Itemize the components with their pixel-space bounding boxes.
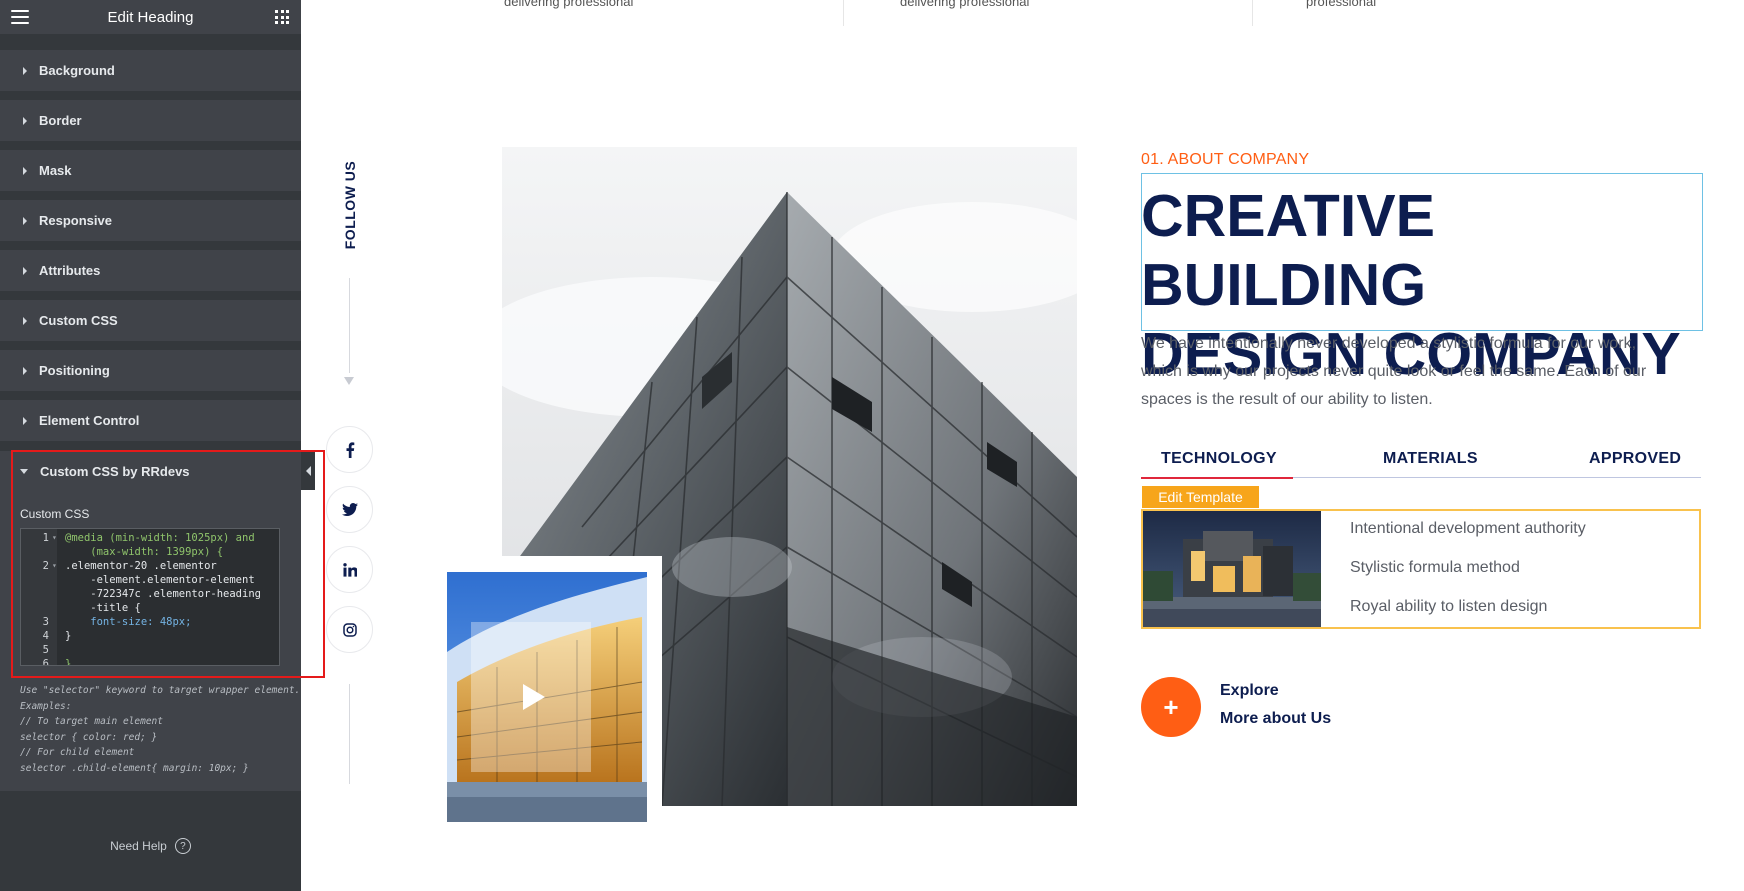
code-line: -element.elementor-element — [65, 574, 255, 586]
hamburger-menu-icon[interactable] — [11, 10, 29, 24]
section-element-control[interactable]: Element Control — [0, 400, 301, 441]
top-text-3: professional — [1306, 0, 1377, 9]
code-line: -722347c .elementor-heading — [65, 588, 261, 600]
caret-right-icon — [23, 316, 27, 325]
section-mask[interactable]: Mask — [0, 150, 301, 191]
house-image — [1143, 511, 1321, 627]
section-responsive[interactable]: Responsive — [0, 200, 301, 241]
caret-right-icon — [23, 66, 27, 75]
tab-approved[interactable]: APPROVED — [1589, 450, 1681, 468]
caret-right-icon — [23, 116, 27, 125]
follow-us-label: FOLLOW US — [342, 160, 358, 250]
panel-title: Edit Heading — [107, 8, 194, 26]
need-help-link[interactable]: Need Help ? — [0, 838, 301, 854]
help-icon: ? — [174, 838, 191, 854]
caret-right-icon — [23, 216, 27, 225]
explore-plus-button[interactable]: + — [1141, 677, 1201, 737]
arrow-down-icon — [344, 377, 354, 385]
caret-right-icon — [23, 266, 27, 275]
section-header[interactable]: Custom CSS by RRdevs — [0, 451, 301, 492]
section-background[interactable]: Background — [0, 50, 301, 91]
code-line: -title { — [65, 602, 141, 614]
play-button[interactable] — [471, 622, 591, 772]
caret-right-icon — [23, 416, 27, 425]
play-icon — [523, 684, 545, 710]
linkedin-icon[interactable] — [326, 546, 373, 593]
feature-item: Stylistic formula method — [1350, 559, 1520, 576]
custom-css-label: Custom CSS — [20, 507, 90, 521]
social-line — [349, 684, 350, 784]
section-custom-css[interactable]: Custom CSS — [0, 300, 301, 341]
editor-panel: Edit Heading Background Border Mask Resp… — [0, 0, 301, 891]
section-eyebrow: 01. ABOUT COMPANY — [1141, 151, 1310, 168]
top-text-2: delivering professional — [900, 0, 1030, 9]
explore-link[interactable]: Explore — [1220, 682, 1279, 700]
active-tab-indicator — [1141, 477, 1293, 479]
code-line: 5 — [42, 644, 49, 656]
divider — [1252, 0, 1253, 26]
section-attributes[interactable]: Attributes — [0, 250, 301, 291]
follow-line — [349, 278, 350, 373]
top-text-1: delivering professional — [504, 0, 634, 9]
tabs: TECHNOLOGY MATERIALS APPROVED — [1141, 446, 1701, 479]
edit-template-button[interactable]: Edit Template — [1142, 486, 1259, 508]
css-code-editor[interactable]: 1 ▾ @media (min-width: 1025px) and (max-wi… — [20, 528, 280, 666]
tab-technology[interactable]: TECHNOLOGY — [1161, 450, 1277, 468]
code-line: 4} — [42, 630, 72, 642]
divider — [843, 0, 844, 26]
collapse-panel-button[interactable] — [301, 452, 315, 490]
code-line: 6} — [42, 658, 72, 666]
css-hint: Use "selector" keyword to target wrapper… — [20, 685, 301, 774]
caret-right-icon — [23, 166, 27, 175]
caret-right-icon — [23, 366, 27, 375]
more-about-us-link[interactable]: More about Us — [1220, 710, 1331, 728]
widgets-grid-icon[interactable] — [275, 10, 289, 24]
instagram-icon[interactable] — [326, 606, 373, 653]
code-line: (max-width: 1399px) { — [65, 546, 224, 558]
feature-item: Intentional development authority — [1350, 520, 1586, 537]
feature-item: Royal ability to listen design — [1350, 598, 1548, 615]
tab-materials[interactable]: MATERIALS — [1383, 450, 1478, 468]
code-line: 2 ▾ .elementor-20 .elementor — [42, 560, 217, 572]
about-paragraph: We have intentionally never developed a … — [1141, 335, 1647, 408]
panel-header: Edit Heading — [0, 0, 301, 34]
caret-down-icon — [20, 469, 28, 474]
section-custom-css-rrdevs: Custom CSS by RRdevs Custom CSS 1 ▾ @media… — [0, 451, 301, 791]
facebook-icon[interactable] — [326, 426, 373, 473]
section-border[interactable]: Border — [0, 100, 301, 141]
code-line: 3 font-size: 48px; — [42, 616, 192, 628]
chevron-left-icon — [305, 466, 311, 476]
section-positioning[interactable]: Positioning — [0, 350, 301, 391]
twitter-icon[interactable] — [326, 486, 373, 533]
code-line: 1 ▾ @media (min-width: 1025px) and — [42, 532, 255, 544]
